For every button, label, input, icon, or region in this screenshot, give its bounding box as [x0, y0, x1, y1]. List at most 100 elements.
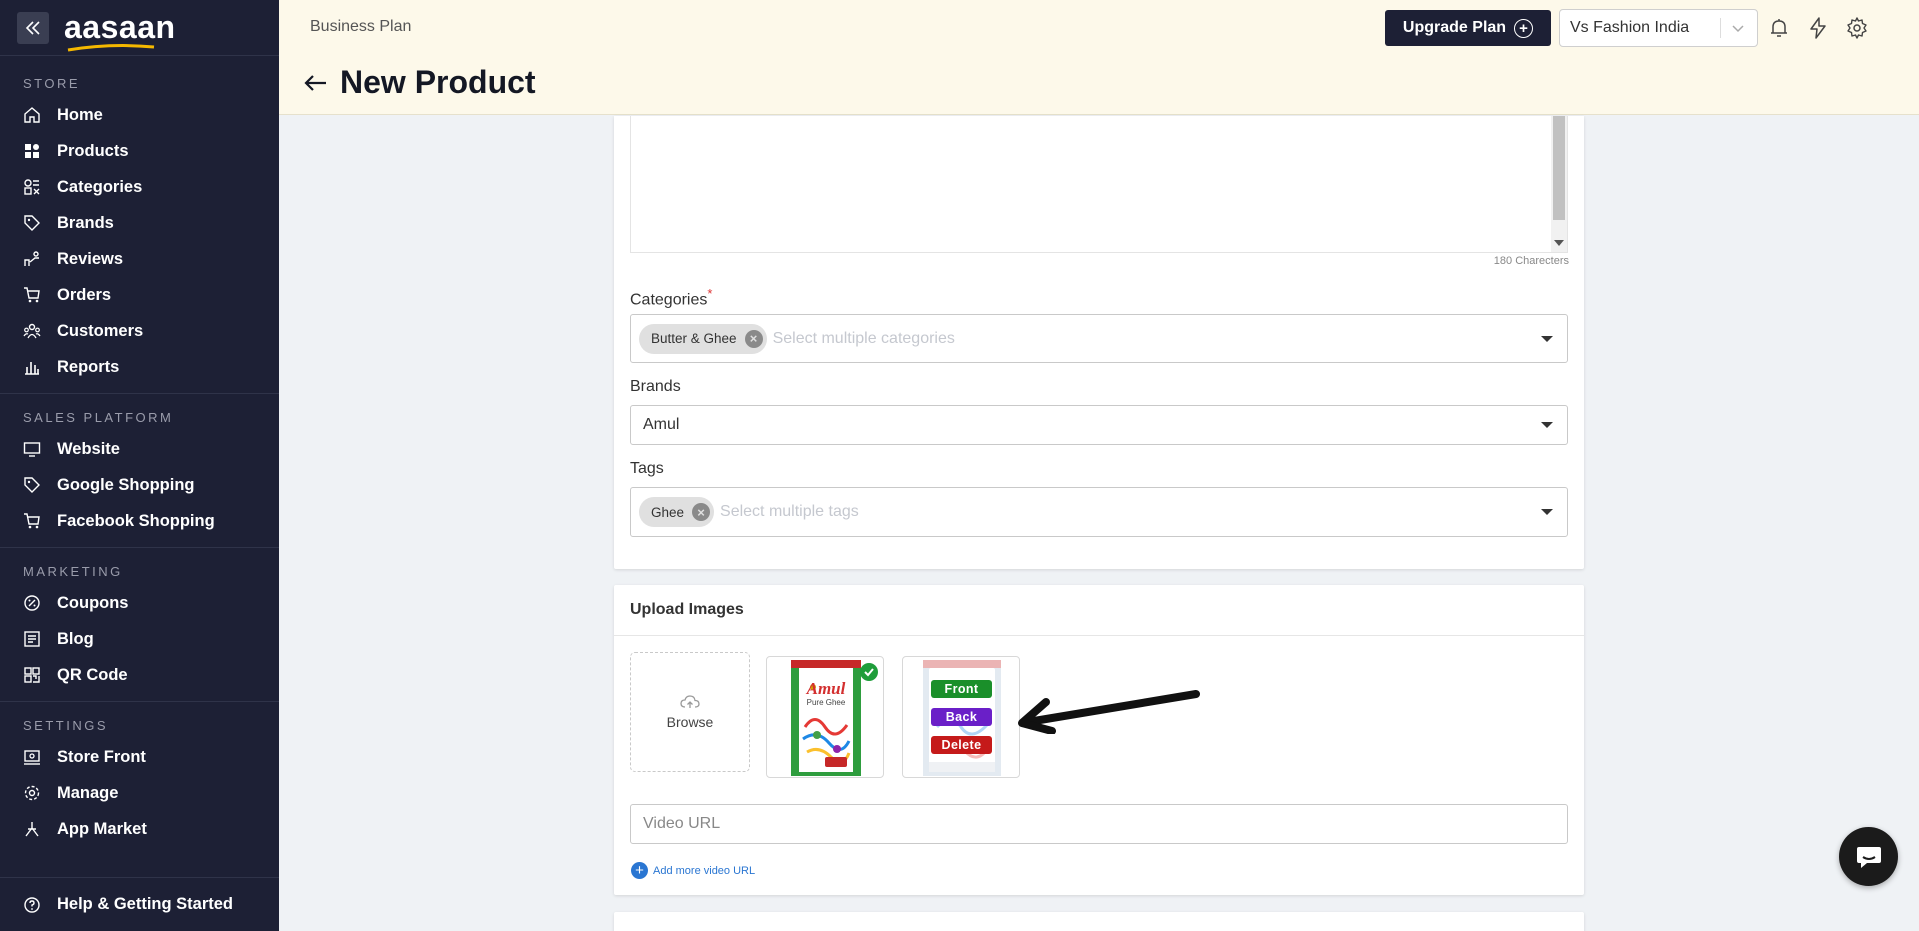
plus-circle-icon: +: [631, 862, 648, 879]
sidebar-item-label: Reports: [57, 357, 120, 376]
remove-chip-icon[interactable]: ×: [744, 329, 763, 348]
categories-select[interactable]: Butter & Ghee × Select multiple categori…: [630, 314, 1568, 363]
sidebar-item-label: Blog: [57, 629, 94, 648]
gear-icon[interactable]: [1845, 16, 1869, 40]
chip-label: Butter & Ghee: [651, 331, 737, 346]
app-logo[interactable]: aasaan: [64, 9, 176, 52]
sidebar-item-home[interactable]: Home: [0, 97, 279, 133]
collapse-sidebar-button[interactable]: [17, 11, 49, 44]
help-getting-started-link[interactable]: Help & Getting Started: [0, 877, 279, 931]
sidebar-item-label: App Market: [57, 819, 147, 838]
storefront-icon: [22, 747, 42, 767]
tags-placeholder: Select multiple tags: [720, 503, 859, 520]
help-icon: [22, 895, 42, 915]
sidebar-item-google-shopping[interactable]: Google Shopping: [0, 467, 279, 503]
pack-product-text: Pure Ghee: [806, 698, 846, 707]
add-more-video-link[interactable]: + Add more video URL: [631, 862, 755, 879]
next-section-card: [614, 912, 1584, 931]
sidebar: aasaan STORE Home Products Categories Br…: [0, 0, 279, 931]
back-arrow-icon[interactable]: [302, 71, 330, 95]
home-icon: [22, 105, 42, 125]
sidebar-section-sales-platform: SALES PLATFORM Website Google Shopping F…: [0, 394, 279, 548]
textarea-scrollbar[interactable]: [1551, 116, 1567, 252]
lightning-icon[interactable]: [1806, 16, 1830, 40]
bell-icon[interactable]: [1767, 16, 1791, 40]
sidebar-section-store: STORE Home Products Categories Brands Re…: [0, 56, 279, 394]
sidebar-item-orders[interactable]: Orders: [0, 277, 279, 313]
sidebar-item-products[interactable]: Products: [0, 133, 279, 169]
sidebar-item-label: Facebook Shopping: [57, 511, 215, 530]
sidebar-item-label: Categories: [57, 177, 143, 196]
top-header: Business Plan New Product Upgrade Plan +…: [279, 0, 1919, 115]
chat-bubble-icon: [1856, 846, 1881, 868]
upgrade-plan-label: Upgrade Plan: [1402, 19, 1507, 36]
brands-value: Amul: [643, 416, 680, 433]
cloud-upload-icon: [680, 695, 700, 708]
categories-placeholder: Select multiple categories: [772, 329, 955, 347]
sidebar-item-categories[interactable]: Categories: [0, 169, 279, 205]
sidebar-item-qr-code[interactable]: QR Code: [0, 657, 279, 693]
upload-images-card: [614, 585, 1584, 895]
set-back-button[interactable]: Back: [931, 708, 992, 726]
sidebar-item-reports[interactable]: Reports: [0, 349, 279, 385]
cart-icon: [22, 511, 42, 531]
sidebar-item-customers[interactable]: Customers: [0, 313, 279, 349]
annotation-arrow-icon: [1018, 690, 1200, 734]
sidebar-item-blog[interactable]: Blog: [0, 621, 279, 657]
set-front-button[interactable]: Front: [931, 680, 992, 698]
sidebar-item-coupons[interactable]: Coupons: [0, 585, 279, 621]
help-label: Help & Getting Started: [57, 895, 234, 913]
customers-icon: [22, 321, 42, 341]
products-icon: [22, 141, 42, 161]
logo-swoosh: [67, 44, 155, 52]
browse-label: Browse: [666, 714, 714, 730]
sidebar-item-brands[interactable]: Brands: [0, 205, 279, 241]
sidebar-item-label: Manage: [57, 783, 119, 802]
caret-down-icon: [1541, 422, 1553, 428]
scroll-down-arrow-icon[interactable]: [1554, 240, 1564, 246]
sidebar-item-manage[interactable]: Manage: [0, 775, 279, 811]
add-video-label: Add more video URL: [653, 864, 756, 877]
sidebar-section-title: SETTINGS: [23, 718, 109, 733]
video-url-input[interactable]: [630, 804, 1568, 844]
description-textarea[interactable]: [630, 116, 1568, 253]
sidebar-item-store-front[interactable]: Store Front: [0, 739, 279, 775]
card-divider: [614, 635, 1584, 636]
monitor-icon: [22, 439, 42, 459]
categories-label-text: Categories: [630, 291, 708, 309]
bar-chart-icon: [22, 357, 42, 377]
sidebar-item-app-market[interactable]: App Market: [0, 811, 279, 847]
gear-icon: [22, 783, 42, 803]
delete-image-button[interactable]: Delete: [931, 736, 992, 754]
store-selector[interactable]: Vs Fashion India: [1559, 9, 1758, 47]
sidebar-item-label: Products: [57, 141, 129, 160]
sidebar-item-label: Store Front: [57, 747, 146, 766]
sidebar-item-facebook-shopping[interactable]: Facebook Shopping: [0, 503, 279, 539]
select-divider: [1720, 18, 1721, 38]
plus-circle-icon: +: [1514, 18, 1534, 38]
chat-support-button[interactable]: [1839, 827, 1898, 886]
tag-chip: Ghee ×: [639, 497, 715, 527]
selected-check-icon: [860, 663, 878, 681]
sidebar-item-website[interactable]: Website: [0, 431, 279, 467]
sidebar-section-title: STORE: [23, 76, 81, 91]
sidebar-item-reviews[interactable]: Reviews: [0, 241, 279, 277]
page-title: New Product: [340, 64, 536, 100]
sidebar-item-label: Website: [57, 439, 120, 458]
upgrade-plan-button[interactable]: Upgrade Plan +: [1385, 10, 1551, 46]
tags-select[interactable]: Ghee × Select multiple tags: [630, 487, 1568, 537]
reviews-icon: [22, 249, 42, 269]
sidebar-item-label: Customers: [57, 321, 144, 340]
sidebar-item-label: Orders: [57, 285, 112, 304]
sidebar-header: aasaan: [0, 0, 279, 56]
caret-down-icon: [1541, 509, 1553, 515]
scroll-thumb[interactable]: [1553, 116, 1565, 220]
store-name: Vs Fashion India: [1570, 19, 1690, 36]
browse-image-button[interactable]: Browse: [630, 652, 750, 772]
remove-chip-icon[interactable]: ×: [692, 503, 711, 521]
brands-select[interactable]: Amul: [630, 405, 1568, 445]
sidebar-item-label: Brands: [57, 213, 114, 232]
pack-brand-text: Amul: [806, 679, 846, 698]
app-market-icon: [22, 819, 42, 839]
tags-label: Tags: [630, 460, 664, 477]
